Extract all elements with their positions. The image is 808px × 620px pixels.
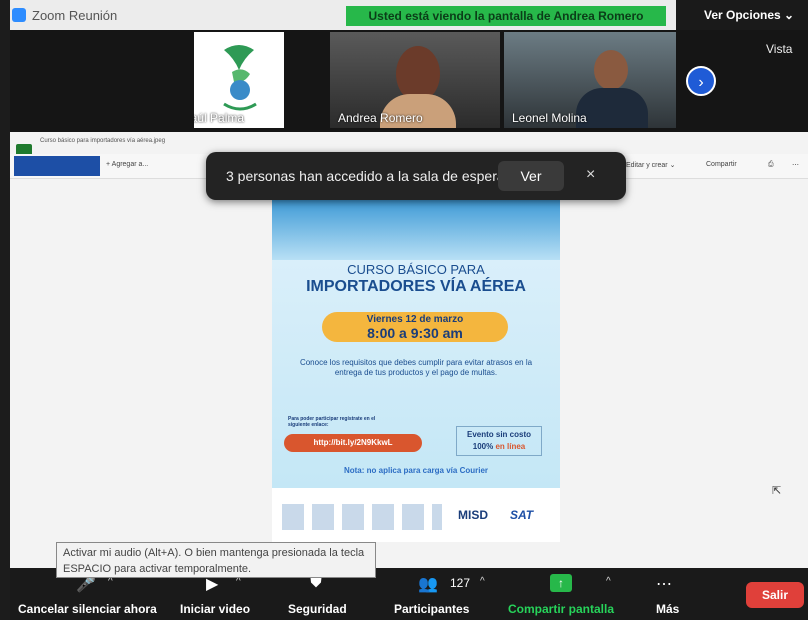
more-icon[interactable]: ⋯ — [792, 161, 799, 169]
flyer-event-online: 100% en línea — [472, 442, 526, 451]
participant-video — [594, 50, 628, 90]
viewer-share-button[interactable]: Compartir — [706, 161, 737, 168]
chevron-up-icon[interactable]: ^ — [606, 576, 611, 587]
more-button[interactable]: Más — [656, 602, 679, 616]
flyer-date: Viernes 12 de marzo — [366, 314, 464, 325]
zoom-window: Zoom Reunión Usted está viendo la pantal… — [10, 0, 808, 620]
notification-text: 3 personas han accedido a la sala de esp… — [226, 168, 505, 184]
share-screen-button[interactable]: Compartir pantalla — [508, 602, 614, 616]
chevron-right-icon: › — [698, 74, 704, 91]
chevron-up-icon[interactable]: ^ — [480, 576, 485, 587]
leave-meeting-button[interactable]: Salir — [746, 582, 804, 608]
flyer-airport-photo — [272, 200, 560, 260]
flyer-url: http://bit.ly/2N9KkwL — [284, 434, 422, 452]
participant-name: Raúl Palma — [194, 111, 245, 125]
screen-share-banner: Usted está viendo la pantalla de Andrea … — [346, 6, 666, 26]
flyer-time: 8:00 a 9:30 am — [367, 325, 463, 341]
course-flyer-image: CURSO BÁSICO PARA IMPORTADORES VÍA AÉREA… — [272, 200, 560, 488]
participant-name: Leonel Molina — [512, 111, 587, 125]
start-video-button[interactable]: Iniciar video — [180, 602, 250, 616]
flyer-event-box: Evento sin costo 100% en línea — [456, 426, 542, 456]
participant-tile-leonel[interactable]: Leonel Molina — [504, 32, 676, 128]
flyer-sponsor-strip: MISD SAT — [272, 488, 560, 542]
flyer-date-badge: Viernes 12 de marzo 8:00 a 9:30 am — [322, 312, 508, 342]
unmute-button[interactable]: Cancelar silenciar ahora — [18, 602, 157, 616]
flyer-title-line2: IMPORTADORES VÍA AÉREA — [306, 278, 526, 295]
gallery-view-button[interactable]: Vista — [766, 42, 792, 56]
sponsor-sat: SAT — [510, 508, 534, 522]
flyer-register-text: Para poder participar regístrate en el s… — [288, 416, 376, 428]
flyer-description: Conoce los requisitos que debes cumplir … — [299, 358, 533, 377]
zoom-app-icon — [12, 8, 26, 22]
view-waiting-room-button[interactable]: Ver — [498, 161, 564, 191]
participant-name: Andrea Romero — [338, 111, 423, 125]
image-viewer-tab[interactable]: Curso básico para importadores vía aérea… — [40, 138, 165, 144]
window-title: Zoom Reunión — [32, 8, 118, 23]
audio-tooltip: Activar mi audio (Alt+A). O bien manteng… — [56, 542, 376, 578]
close-icon[interactable]: × — [586, 166, 595, 184]
participant-tile-andrea[interactable]: Andrea Romero — [330, 32, 500, 128]
view-options-button[interactable]: Ver Opciones ⌄ — [676, 0, 808, 30]
sponsor-misd: MISD — [458, 508, 488, 522]
add-to-button[interactable]: + Agregar a... — [106, 161, 148, 168]
security-button[interactable]: Seguridad — [288, 602, 347, 616]
title-bar: Zoom Reunión Usted está viendo la pantal… — [10, 0, 808, 30]
share-screen-icon[interactable]: ↑ — [550, 574, 572, 592]
flyer-note: Nota: no aplica para carga vía Courier — [343, 466, 489, 475]
participant-tile-raul[interactable]: Raúl Palma — [194, 32, 284, 128]
mouse-cursor-icon: ⇱ — [772, 485, 782, 497]
participants-icon[interactable]: 👥 — [418, 574, 438, 594]
sponsor-logos — [282, 504, 442, 530]
edit-create-button[interactable]: Editar y crear ⌄ — [626, 161, 675, 169]
viewer-blue-button[interactable] — [14, 156, 100, 176]
flyer-title-line1: CURSO BÁSICO PARA — [347, 262, 485, 277]
next-page-button[interactable]: › — [686, 66, 716, 96]
participant-gallery: Raúl Palma Andrea Romero Leonel Molina ›… — [10, 30, 808, 130]
print-icon[interactable]: ⎙ — [768, 161, 774, 169]
more-icon[interactable]: ⋯ — [656, 574, 672, 594]
participants-count: 127 — [450, 576, 471, 590]
waiting-room-notification: 3 personas han accedido a la sala de esp… — [206, 152, 626, 200]
participants-button[interactable]: Participantes — [394, 602, 469, 616]
flyer-event-cost: Evento sin costo — [466, 430, 531, 439]
